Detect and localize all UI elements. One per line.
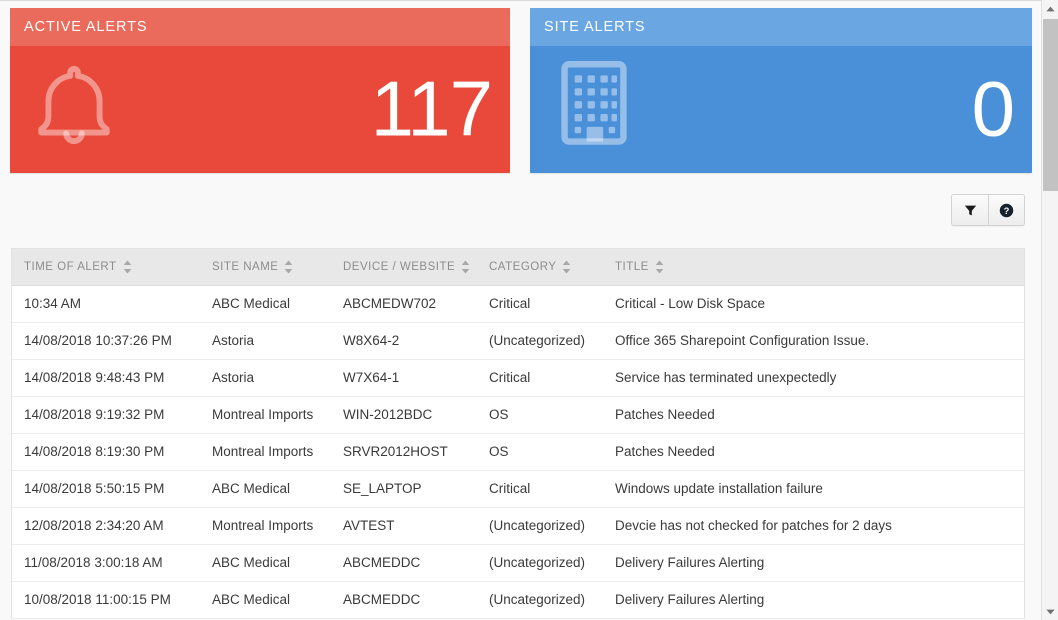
cell-device: SRVR2012HOST — [331, 433, 477, 471]
card-active-alerts-value: 117 — [370, 63, 493, 152]
card-active-alerts-body: 117 — [10, 46, 510, 173]
alerts-table-container: TIME OF ALERT SITE NAME DEVICE / WEBSITE… — [11, 248, 1025, 619]
cell-category: Critical — [477, 285, 603, 323]
sort-arrows-icon[interactable] — [461, 260, 470, 274]
cell-category: OS — [477, 433, 603, 471]
cell-time: 14/08/2018 8:19:30 PM — [12, 433, 200, 471]
filter-button[interactable] — [952, 195, 988, 225]
cell-site: ABC Medical — [200, 581, 331, 619]
kpi-card-row: ACTIVE ALERTS 117 SITE ALERTS 0 — [10, 8, 1032, 173]
top-divider — [0, 0, 1058, 1]
cell-device: AVTEST — [331, 507, 477, 545]
cell-title: Patches Needed — [603, 433, 1024, 471]
sort-arrows-icon[interactable] — [655, 260, 664, 274]
cell-category: Critical — [477, 470, 603, 508]
cell-category: Critical — [477, 359, 603, 397]
cell-time: 14/08/2018 9:19:32 PM — [12, 396, 200, 434]
sort-arrows-icon[interactable] — [123, 260, 132, 274]
cell-category: OS — [477, 396, 603, 434]
cell-title: Office 365 Sharepoint Configuration Issu… — [603, 322, 1024, 360]
column-label-title: TITLE — [615, 260, 649, 273]
card-site-alerts-title: SITE ALERTS — [530, 8, 1032, 46]
card-active-alerts[interactable]: ACTIVE ALERTS 117 — [10, 8, 510, 173]
cell-time: 10:34 AM — [12, 285, 200, 323]
cell-time: 14/08/2018 9:48:43 PM — [12, 359, 200, 397]
alerts-table: TIME OF ALERT SITE NAME DEVICE / WEBSITE… — [12, 249, 1024, 619]
dashboard-page: ACTIVE ALERTS 117 SITE ALERTS 0 ? TIME O… — [0, 0, 1058, 620]
table-row[interactable]: 11/08/2018 3:00:18 AM ABC Medical ABCMEDDC… — [12, 544, 1024, 582]
scroll-down-arrow-icon[interactable] — [1042, 603, 1058, 620]
table-row[interactable]: 10:34 AM ABC Medical ABCMEDW702 Critical Cri… — [12, 285, 1024, 323]
cell-device: ABCMEDDC — [331, 544, 477, 582]
cell-time: 14/08/2018 5:50:15 PM — [12, 470, 200, 508]
sort-arrows-icon[interactable] — [562, 260, 571, 274]
cell-category: (Uncategorized) — [477, 507, 603, 545]
table-row[interactable]: 14/08/2018 9:19:32 PM Montreal Imports WIN… — [12, 396, 1024, 434]
scrollbar-thumb[interactable] — [1043, 19, 1058, 191]
table-row[interactable]: 14/08/2018 8:19:30 PM Montreal Imports SRV… — [12, 433, 1024, 471]
cell-device: ABCMEDW702 — [331, 285, 477, 323]
table-row[interactable]: 10/08/2018 11:00:15 PM ABC Medical ABCMEDD… — [12, 581, 1024, 619]
column-header-title[interactable]: TITLE — [603, 249, 1024, 286]
cell-time: 14/08/2018 10:37:26 PM — [12, 322, 200, 360]
cell-site: Montreal Imports — [200, 507, 331, 545]
cell-time: 10/08/2018 11:00:15 PM — [12, 581, 200, 619]
column-label-device-website: DEVICE / WEBSITE — [343, 260, 456, 273]
cell-site: ABC Medical — [200, 285, 331, 323]
card-site-alerts[interactable]: SITE ALERTS 0 — [530, 8, 1032, 173]
cell-title: Patches Needed — [603, 396, 1024, 434]
alerts-table-body: 10:34 AM ABC Medical ABCMEDW702 Critical Cri… — [12, 285, 1024, 619]
table-row[interactable]: 12/08/2018 2:34:20 AM Montreal Imports AVT… — [12, 507, 1024, 545]
table-toolbar: ? — [951, 194, 1025, 226]
sort-arrows-icon[interactable] — [284, 260, 293, 274]
header-row: TIME OF ALERT SITE NAME DEVICE / WEBSITE… — [12, 249, 1024, 286]
scroll-up-arrow-icon[interactable] — [1042, 0, 1058, 17]
cell-title: Devcie has not checked for patches for 2… — [603, 507, 1024, 545]
alerts-table-header: TIME OF ALERT SITE NAME DEVICE / WEBSITE… — [12, 249, 1024, 286]
filter-funnel-icon — [964, 204, 977, 217]
cell-device: SE_LAPTOP — [331, 470, 477, 508]
building-icon — [548, 54, 640, 150]
cell-site: ABC Medical — [200, 544, 331, 582]
help-question-icon: ? — [999, 203, 1014, 218]
cell-site: Astoria — [200, 322, 331, 360]
cell-site: Montreal Imports — [200, 396, 331, 434]
cell-title: Service has terminated unexpectedly — [603, 359, 1024, 397]
column-label-time-of-alert: TIME OF ALERT — [24, 260, 117, 273]
table-row[interactable]: 14/08/2018 9:48:43 PM Astoria W7X64-1 Criti… — [12, 359, 1024, 397]
table-row[interactable]: 14/08/2018 10:37:26 PM Astoria W8X64-2 (Unc… — [12, 322, 1024, 360]
page-scrollbar[interactable] — [1041, 0, 1058, 620]
cell-site: ABC Medical — [200, 470, 331, 508]
cell-device: W7X64-1 — [331, 359, 477, 397]
svg-text:?: ? — [1004, 205, 1010, 215]
card-site-alerts-body: 0 — [530, 46, 1032, 173]
cell-title: Windows update installation failure — [603, 470, 1024, 508]
cell-category: (Uncategorized) — [477, 544, 603, 582]
cell-site: Montreal Imports — [200, 433, 331, 471]
table-row[interactable]: 14/08/2018 5:50:15 PM ABC Medical SE_LAPTO… — [12, 470, 1024, 508]
column-header-category[interactable]: CATEGORY — [477, 249, 603, 286]
help-button[interactable]: ? — [988, 195, 1024, 225]
cell-device: W8X64-2 — [331, 322, 477, 360]
card-site-alerts-value: 0 — [971, 63, 1015, 152]
bell-icon — [28, 54, 120, 150]
column-header-site-name[interactable]: SITE NAME — [200, 249, 331, 286]
cell-category: (Uncategorized) — [477, 581, 603, 619]
card-active-alerts-title: ACTIVE ALERTS — [10, 8, 510, 46]
cell-time: 11/08/2018 3:00:18 AM — [12, 544, 200, 582]
column-label-site-name: SITE NAME — [212, 260, 279, 273]
cell-site: Astoria — [200, 359, 331, 397]
cell-title: Delivery Failures Alerting — [603, 544, 1024, 582]
cell-title: Critical - Low Disk Space — [603, 285, 1024, 323]
column-header-device-website[interactable]: DEVICE / WEBSITE — [331, 249, 477, 286]
column-header-time-of-alert[interactable]: TIME OF ALERT — [12, 249, 200, 286]
cell-time: 12/08/2018 2:34:20 AM — [12, 507, 200, 545]
column-label-category: CATEGORY — [489, 260, 557, 273]
cell-device: ABCMEDDC — [331, 581, 477, 619]
cell-device: WIN-2012BDC — [331, 396, 477, 434]
cell-title: Delivery Failures Alerting — [603, 581, 1024, 619]
cell-category: (Uncategorized) — [477, 322, 603, 360]
